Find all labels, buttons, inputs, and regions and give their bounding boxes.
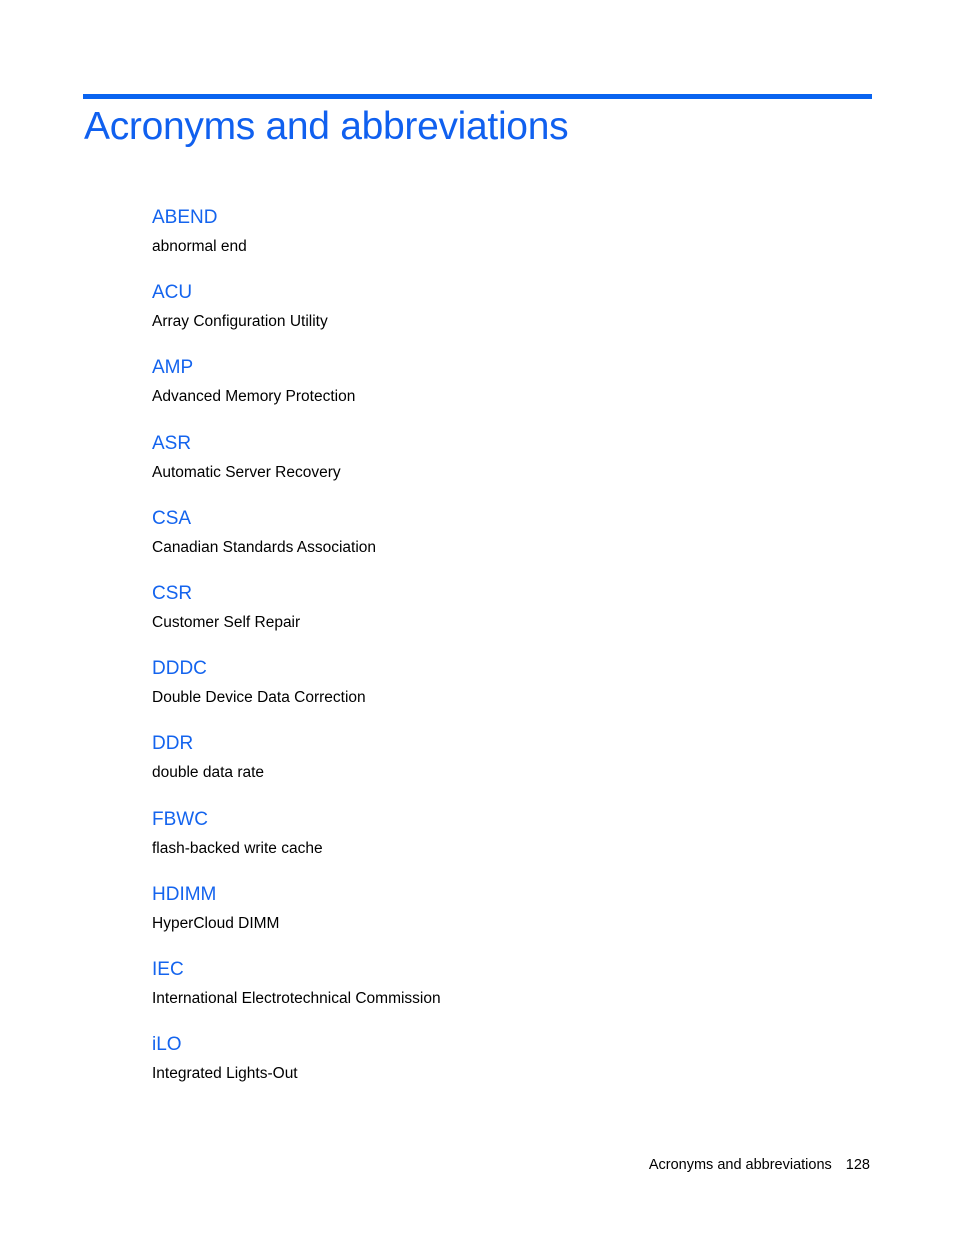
acronym-entry: iLO Integrated Lights-Out [152,1032,852,1107]
acronym-term: ASR [152,432,192,454]
title-rule [83,94,872,99]
acronym-entry: HDIMM HyperCloud DIMM [152,882,852,957]
acronym-entry: AMP Advanced Memory Protection [152,355,852,430]
acronym-entry: CSA Canadian Standards Association [152,506,852,581]
acronym-term: ABEND [152,207,218,228]
acronym-list: ABEND abnormal end ACU Array Configurati… [152,205,852,1107]
acronym-entry: ASR Automatic Server Recovery [152,431,852,506]
acronym-entry: ACU Array Configuration Utility [152,280,852,355]
acronym-definition: Automatic Server Recovery [152,463,341,481]
acronym-term: HDIMM [152,883,217,905]
acronym-definition: Integrated Lights-Out [152,1065,298,1083]
page-footer: Acronyms and abbreviations 128 [649,1157,870,1173]
acronym-term: CSR [152,582,193,604]
acronym-term: CSA [152,507,192,529]
acronym-definition: Canadian Standards Association [152,538,377,556]
footer-section-title: Acronyms and abbreviations [648,1157,832,1173]
acronym-term: AMP [152,357,194,379]
acronym-definition: double data rate [152,764,265,782]
acronym-definition: Customer Self Repair [152,613,301,631]
acronym-definition: Array Configuration Utility [152,313,328,331]
acronym-term: FBWC [152,808,208,830]
acronym-term: DDDC [152,658,207,680]
acronym-definition: Double Device Data Correction [152,689,366,707]
acronym-definition: Advanced Memory Protection [152,388,356,406]
page-number: 128 [845,1157,870,1173]
acronym-definition: flash-backed write cache [152,839,323,857]
acronym-entry: DDDC Double Device Data Correction [152,656,852,731]
acronym-term: ACU [152,282,193,304]
acronym-entry: ABEND abnormal end [152,205,852,280]
acronym-entry: FBWC flash-backed write cache [152,807,852,882]
acronym-term: DDR [152,733,194,755]
acronym-definition: International Electrotechnical Commissio… [152,989,441,1007]
acronym-term: iLO [152,1034,182,1056]
acronym-entry: DDR double data rate [152,731,852,806]
acronym-entry: CSR Customer Self Repair [152,581,852,656]
acronym-definition: HyperCloud DIMM [152,914,280,932]
acronym-entry: IEC International Electrotechnical Commi… [152,957,852,1032]
acronym-term: IEC [152,958,184,980]
page-title: Acronyms and abbreviations [84,105,569,148]
acronym-definition: abnormal end [152,238,247,255]
